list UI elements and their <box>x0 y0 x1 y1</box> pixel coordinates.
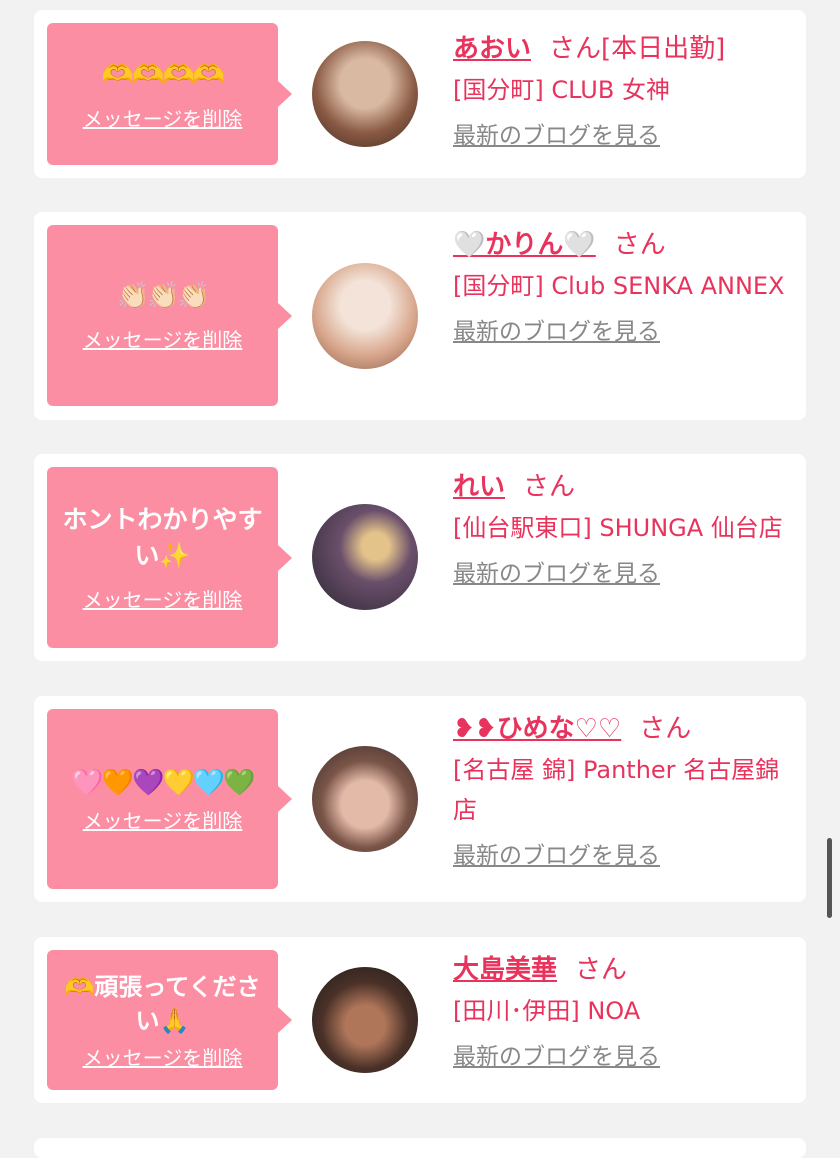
scrollbar[interactable] <box>827 838 832 918</box>
message-text: 👏🏻👏🏻👏🏻 <box>116 281 210 311</box>
message-text: ホントわかりやすい✨ <box>62 505 263 570</box>
cast-name-link[interactable]: 大島美華 <box>453 955 557 985</box>
message-bubble: 🫶🫶🫶🫶 メッセージを削除 <box>47 23 292 165</box>
cast-name-link[interactable]: あおい <box>453 34 531 64</box>
honorific-label: さん <box>549 34 602 64</box>
delete-message-link[interactable]: メッセージを削除 <box>83 1042 243 1071</box>
delete-message-link[interactable]: メッセージを削除 <box>83 584 243 613</box>
latest-blog-link[interactable]: 最新のブログを見る <box>453 116 660 150</box>
avatar[interactable] <box>312 746 418 852</box>
message-text: 🫶🫶🫶🫶 <box>101 59 225 90</box>
message-card: 🫶🫶🫶🫶 メッセージを削除 あおい さん[本日出勤] [国分町] CLUB 女神 … <box>34 10 806 178</box>
latest-blog-link[interactable]: 最新のブログを見る <box>453 836 660 870</box>
cast-name-link[interactable]: 🤍かりん🤍 <box>453 230 596 260</box>
shop-name: [名古屋 錦] Panther 名古屋錦店 <box>453 756 780 824</box>
message-bubble: 🫶頑張ってください🙏 メッセージを削除 <box>47 950 292 1090</box>
message-card: 🫶頑張ってください🙏 メッセージを削除 大島美華 さん [田川･伊田] NOA 最… <box>34 937 806 1103</box>
delete-message-link[interactable]: メッセージを削除 <box>83 324 243 353</box>
message-card: 🩷🧡💜💛🩵💚 メッセージを削除 ❥❥ひめな♡♡ さん [名古屋 錦] Panthe… <box>34 696 806 902</box>
message-bubble: ホントわかりやすい✨ メッセージを削除 <box>47 467 292 648</box>
latest-blog-link[interactable]: 最新のブログを見る <box>453 554 660 588</box>
latest-blog-link[interactable]: 最新のブログを見る <box>453 1037 660 1071</box>
status-tag: [本日出勤] <box>601 34 726 64</box>
message-text: 🫶頑張ってください🙏 <box>64 972 261 1035</box>
avatar[interactable] <box>312 263 418 369</box>
latest-blog-link[interactable]: 最新のブログを見る <box>453 312 660 346</box>
shop-name: [仙台駅東口] SHUNGA 仙台店 <box>453 514 783 542</box>
cast-name-link[interactable]: れい <box>453 472 505 502</box>
avatar[interactable] <box>312 41 418 147</box>
cast-name-link[interactable]: ❥❥ひめな♡♡ <box>453 714 621 744</box>
message-text: 🩷🧡💜💛🩵💚 <box>71 767 255 798</box>
honorific-label: さん <box>575 955 628 985</box>
shop-name: [国分町] Club SENKA ANNEX <box>453 272 785 300</box>
avatar[interactable] <box>312 967 418 1073</box>
message-card-partial <box>34 1138 806 1158</box>
delete-message-link[interactable]: メッセージを削除 <box>83 805 243 834</box>
shop-name: [国分町] CLUB 女神 <box>453 76 670 104</box>
message-bubble: 🩷🧡💜💛🩵💚 メッセージを削除 <box>47 709 292 889</box>
delete-message-link[interactable]: メッセージを削除 <box>83 103 243 132</box>
message-bubble: 👏🏻👏🏻👏🏻 メッセージを削除 <box>47 225 292 406</box>
honorific-label: さん <box>639 714 692 744</box>
avatar[interactable] <box>312 504 418 610</box>
message-card: 👏🏻👏🏻👏🏻 メッセージを削除 🤍かりん🤍 さん [国分町] Club SENKA… <box>34 212 806 420</box>
honorific-label: さん <box>613 230 666 260</box>
message-card: ホントわかりやすい✨ メッセージを削除 れい さん [仙台駅東口] SHUNGA … <box>34 454 806 661</box>
honorific-label: さん <box>523 472 576 502</box>
shop-name: [田川･伊田] NOA <box>453 997 641 1025</box>
